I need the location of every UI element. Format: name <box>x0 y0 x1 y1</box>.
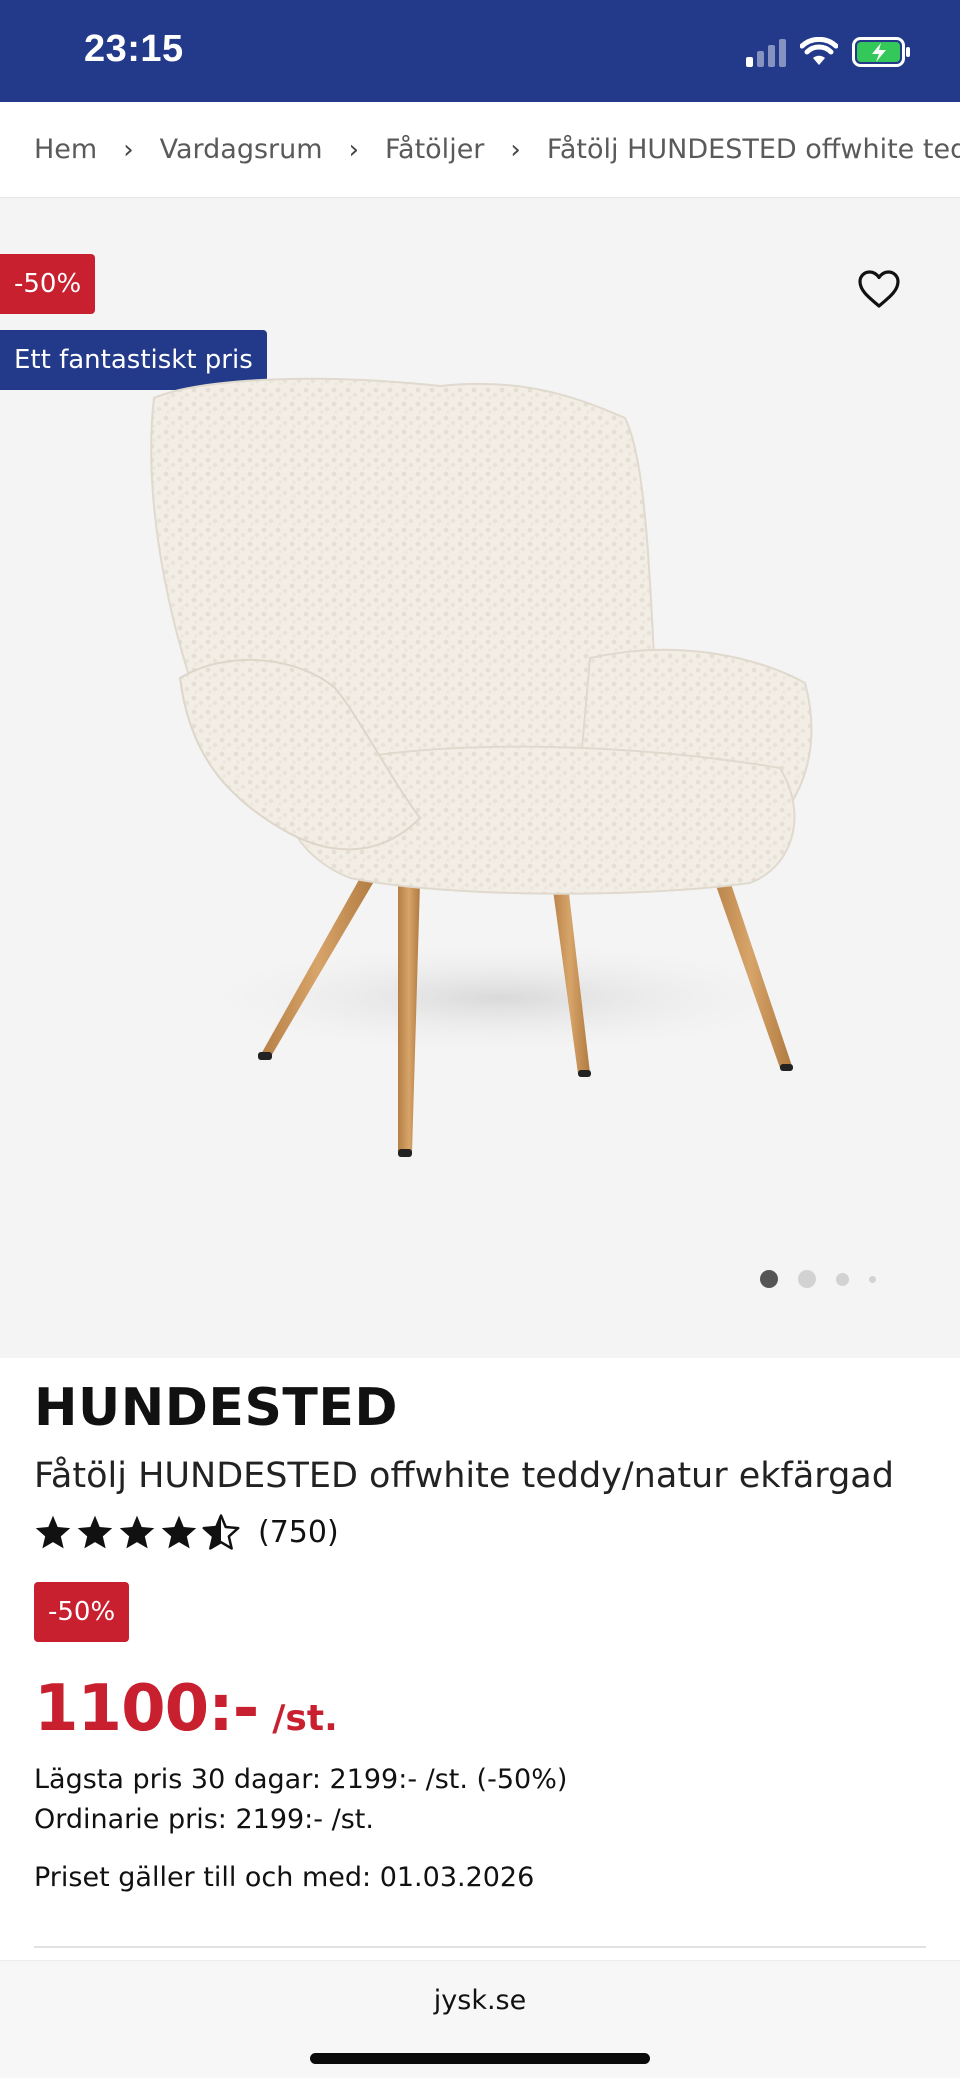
rating-stars <box>34 1514 240 1550</box>
product-image-gallery[interactable]: -50% Ett fantastiskt pris <box>0 198 960 1358</box>
breadcrumb-separator: › <box>348 134 359 165</box>
price-valid-until: Priset gäller till och med: 01.03.2026 <box>34 1862 535 1893</box>
lowest-price-30-days: Lägsta pris 30 dagar: 2199:- /st. (-50%) <box>34 1764 568 1795</box>
breadcrumb-item-current: Fåtölj HUNDESTED offwhite tedd <box>546 134 960 165</box>
price-history: Lägsta pris 30 dagar: 2199:- /st. (-50%)… <box>34 1760 567 1840</box>
product-rating[interactable]: (750) <box>34 1514 339 1550</box>
star-half-icon <box>202 1514 240 1550</box>
wifi-icon <box>800 37 838 65</box>
favorite-button[interactable] <box>852 262 906 316</box>
review-count[interactable]: (750) <box>258 1515 339 1550</box>
star-filled-icon <box>77 1515 113 1549</box>
pagination-dot[interactable] <box>836 1272 849 1286</box>
product-image-chair <box>150 377 830 1157</box>
price-amount: 1100:- <box>34 1672 259 1746</box>
star-filled-icon <box>35 1515 71 1549</box>
breadcrumb-item-vardagsrum[interactable]: Vardagsrum <box>160 134 323 165</box>
cellular-signal-icon <box>746 37 786 67</box>
star-filled-icon <box>161 1515 197 1549</box>
product-brand: HUNDESTED <box>34 1378 399 1438</box>
breadcrumb-separator: › <box>123 134 134 165</box>
price-unit: /st. <box>272 1698 338 1739</box>
price: 1100:- /st. <box>34 1672 338 1746</box>
pagination-dot-active[interactable] <box>760 1270 778 1288</box>
pagination-dot[interactable] <box>869 1275 876 1283</box>
discount-badge: -50% <box>0 254 96 314</box>
status-icons <box>746 34 912 70</box>
gallery-pagination <box>760 1270 876 1288</box>
status-bar: 23:15 <box>0 0 960 102</box>
breadcrumb-item-hem[interactable]: Hem <box>34 134 97 165</box>
breadcrumb-separator: › <box>510 134 521 165</box>
status-time: 23:15 <box>84 28 184 70</box>
section-divider <box>34 1946 926 1948</box>
breadcrumb: Hem › Vardagsrum › Fåtöljer › Fåtölj HUN… <box>0 102 960 198</box>
star-filled-icon <box>119 1515 155 1549</box>
breadcrumb-item-fatoljer[interactable]: Fåtöljer <box>385 134 484 165</box>
heart-outline-icon <box>858 270 900 308</box>
home-indicator[interactable] <box>310 2053 650 2064</box>
pagination-dot[interactable] <box>798 1270 816 1288</box>
product-name: Fåtölj HUNDESTED offwhite teddy/natur ek… <box>34 1456 894 1496</box>
regular-price: Ordinarie pris: 2199:- /st. <box>34 1804 374 1835</box>
browser-address-bar[interactable]: jysk.se <box>0 1960 960 2078</box>
url-text[interactable]: jysk.se <box>0 1985 960 2016</box>
battery-charging-icon <box>852 37 910 67</box>
price-discount-badge: -50% <box>34 1582 130 1642</box>
